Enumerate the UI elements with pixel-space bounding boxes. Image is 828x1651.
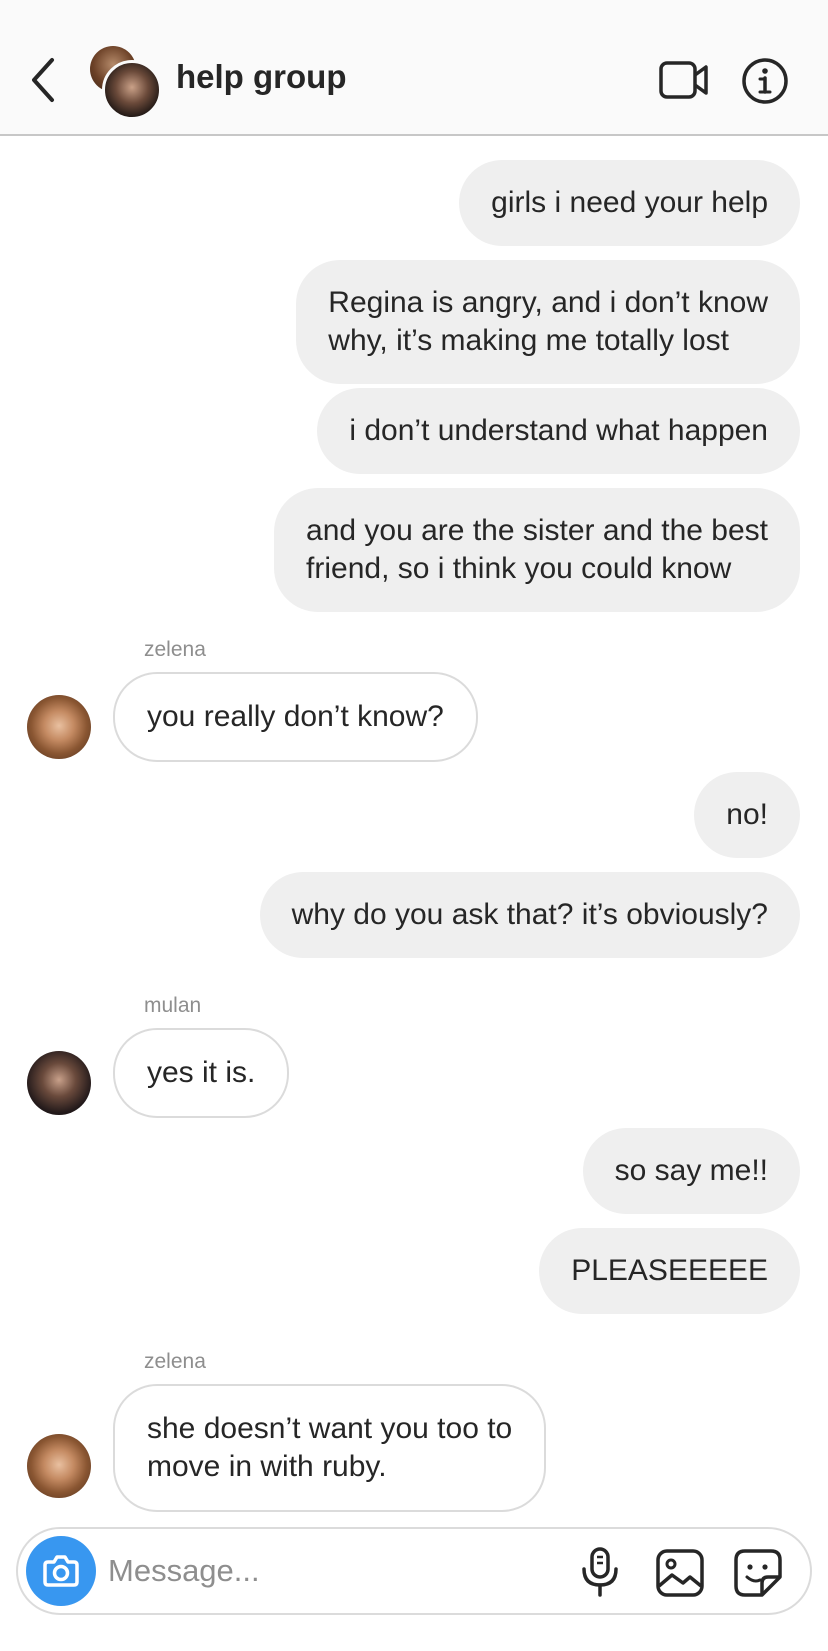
camera-icon — [43, 1555, 79, 1587]
message-text: why do you ask that? it’s obviously? — [291, 898, 768, 931]
message-line: why, it’s making me totally lost — [328, 324, 729, 357]
chat-title[interactable]: help group — [176, 58, 346, 96]
message-incoming[interactable]: you really don’t know? — [113, 672, 478, 762]
message-outgoing[interactable]: PLEASEEEEE — [539, 1228, 800, 1314]
message-outgoing[interactable]: i don’t understand what happen — [317, 388, 800, 474]
video-call-button[interactable] — [658, 58, 710, 102]
gallery-icon — [656, 1549, 704, 1597]
sticker-button[interactable] — [732, 1547, 784, 1599]
message-text: i don’t understand what happen — [349, 414, 768, 447]
avatar-mulan[interactable] — [27, 1051, 91, 1115]
message-outgoing[interactable]: girls i need your help — [459, 160, 800, 246]
sender-name: mulan — [144, 994, 202, 1017]
microphone-icon — [582, 1547, 618, 1597]
video-camera-icon — [659, 61, 708, 99]
sender-name: zelena — [144, 1350, 206, 1373]
avatar-zelena[interactable] — [27, 1434, 91, 1498]
message-line: and you are the sister and the best — [306, 514, 768, 547]
chat-header: help group — [0, 0, 828, 136]
member-avatar-2 — [102, 60, 162, 120]
message-incoming[interactable]: yes it is. — [113, 1028, 290, 1118]
message-line: Regina is angry, and i don’t know — [328, 286, 768, 319]
message-composer — [16, 1527, 812, 1615]
voice-message-button[interactable] — [578, 1545, 622, 1599]
message-incoming[interactable]: she doesn’t want you too to move in with… — [113, 1384, 547, 1512]
group-avatar[interactable] — [90, 46, 162, 120]
avatar-zelena[interactable] — [27, 695, 91, 759]
message-outgoing[interactable]: and you are the sister and the best frie… — [274, 488, 800, 612]
back-button[interactable] — [24, 52, 64, 108]
message-outgoing[interactable]: Regina is angry, and i don’t know why, i… — [296, 260, 800, 384]
info-button[interactable] — [740, 56, 790, 106]
chevron-left-icon — [32, 58, 54, 102]
message-outgoing[interactable]: so say me!! — [582, 1128, 800, 1214]
message-text: no! — [726, 798, 768, 831]
message-text: girls i need your help — [491, 186, 768, 219]
message-text: yes it is. — [147, 1056, 256, 1089]
message-line: friend, so i think you could know — [306, 552, 732, 585]
message-line: she doesn’t want you too to — [147, 1412, 513, 1445]
message-text: PLEASEEEEE — [571, 1254, 768, 1287]
message-text: so say me!! — [614, 1154, 768, 1187]
sender-name: zelena — [144, 638, 206, 661]
message-text: you really don’t know? — [147, 700, 444, 733]
camera-button[interactable] — [26, 1536, 96, 1606]
sticker-icon — [734, 1549, 782, 1597]
message-outgoing[interactable]: why do you ask that? it’s obviously? — [259, 872, 800, 958]
message-outgoing[interactable]: no! — [694, 772, 800, 858]
gallery-button[interactable] — [654, 1547, 706, 1599]
info-icon — [742, 58, 788, 104]
message-line: move in with ruby. — [147, 1450, 387, 1483]
message-input[interactable] — [108, 1547, 528, 1595]
